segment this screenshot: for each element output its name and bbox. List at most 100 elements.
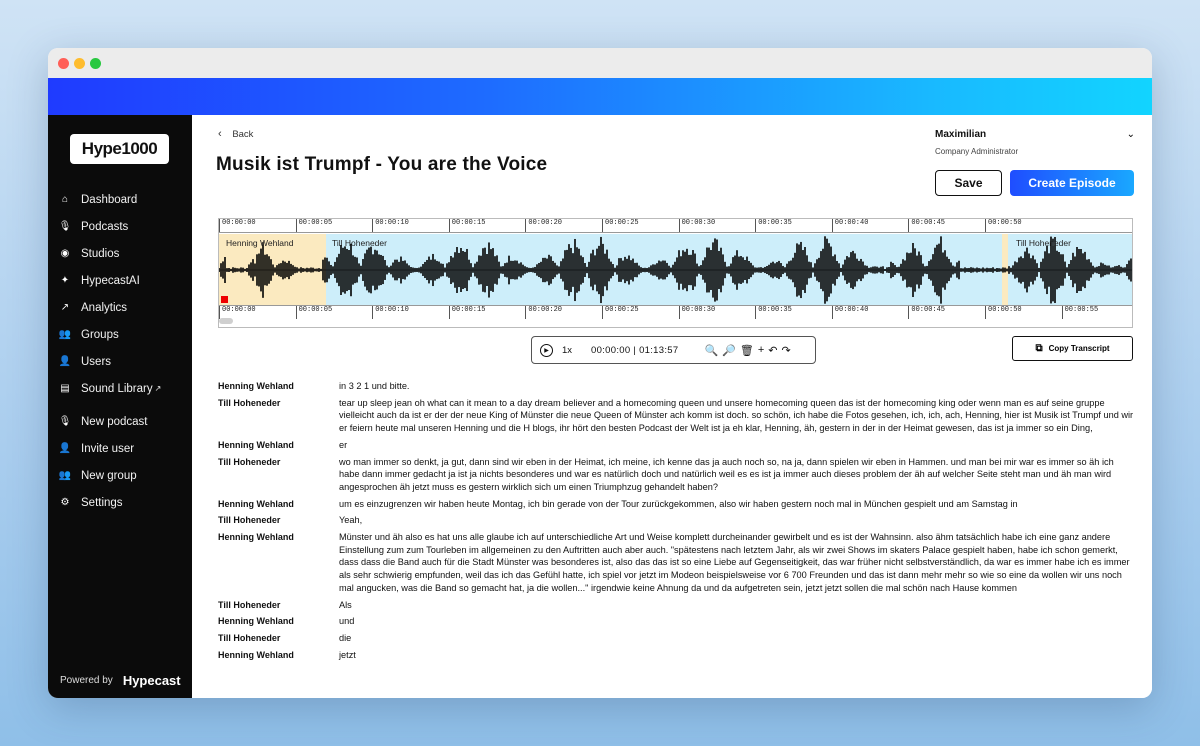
chart-icon: ↗ [60, 302, 70, 313]
waveform-scrollbar[interactable] [219, 318, 233, 324]
zoom-out-icon[interactable]: 🔎 [722, 344, 736, 357]
transcript-text[interactable]: wo man immer so denkt, ja gut, dann sind… [339, 456, 1135, 494]
redo-icon[interactable]: ↷ [781, 344, 790, 357]
timeline-tick: 00:00:10 [372, 306, 409, 319]
transcript-text[interactable]: Als [339, 599, 1135, 612]
sidebar-item-podcasts[interactable]: 🎙 Podcasts [48, 213, 192, 240]
sidebar-nav: ⌂ Dashboard 🎙 Podcasts ◉ Studios ✦ Hypec… [48, 186, 192, 402]
waveform-editor[interactable]: 00:00:00 00:00:05 00:00:10 00:00:15 00:00:20… [218, 218, 1133, 328]
transcript-row[interactable]: Till Hoheneder Als [218, 599, 1135, 612]
transcript-row[interactable]: Till Hoheneder Yeah, [218, 514, 1135, 527]
sidebar-item-dashboard[interactable]: ⌂ Dashboard [48, 186, 192, 213]
playhead-marker[interactable] [221, 296, 228, 303]
transcript-text[interactable]: Yeah, [339, 514, 1135, 527]
transcript-row[interactable]: Till Hoheneder tear up sleep jean oh what… [218, 397, 1135, 435]
timeline-tick: 00:00:35 [755, 219, 792, 232]
undo-icon[interactable]: ↶ [768, 344, 777, 357]
external-link-icon: ↗ [154, 384, 162, 393]
new-podcast-icon: 🎙 [58, 416, 72, 427]
transcript-text[interactable]: Münster und äh also es hat uns alle glau… [339, 531, 1135, 595]
top-banner [48, 78, 1152, 115]
transcript-text[interactable]: die [339, 632, 1135, 645]
speaker-label-till: Till Hoheneder [332, 238, 387, 248]
transcript-text[interactable]: um es einzugrenzen wir haben heute Monta… [339, 498, 1135, 511]
sidebar-actions: 🎙 New podcast 👤 Invite user 👥 New group … [48, 408, 192, 516]
sparkle-icon: ✦ [60, 275, 70, 286]
timeline-tick: 00:00:30 [678, 219, 715, 232]
back-link[interactable]: ‹ Back [218, 128, 253, 140]
transcript-speaker: Henning Wehland [218, 616, 294, 627]
sidebar-item-label: Users [81, 355, 112, 368]
maximize-window-button[interactable] [90, 58, 101, 69]
user-menu[interactable]: Maximilian Company Administrator ⌄ [935, 129, 1135, 156]
speaker-label-henning: Henning Wehland [226, 238, 294, 248]
add-icon[interactable]: + [758, 344, 764, 356]
timeline-tick: 00:00:20 [525, 219, 562, 232]
transcript-row[interactable]: Till Hoheneder wo man immer so denkt, ja … [218, 456, 1135, 494]
user-role: Company Administrator [935, 147, 1019, 156]
sidebar-item-settings[interactable]: ⚙ Settings [48, 489, 192, 516]
transcript-text[interactable]: in 3 2 1 und bitte. [339, 380, 1135, 393]
sidebar-item-label: New podcast [81, 415, 148, 428]
transcript-speaker: Henning Wehland [218, 498, 294, 509]
transcript-row[interactable]: Henning Wehland jetzt [218, 649, 1135, 662]
transcript-text[interactable]: er [339, 439, 1135, 452]
record-icon: ◉ [60, 248, 70, 259]
transcript-text[interactable]: jetzt [339, 649, 1135, 662]
timeline-tick: 00:00:15 [448, 306, 485, 319]
player-controls: ▶ 1x 00:00:00 | 01:13:57 🔍 🔎 🗑 + ↶ ↷ [531, 336, 816, 364]
timeline-tick: 00:00:50 [985, 219, 1022, 232]
transcript-speaker: Henning Wehland [218, 439, 294, 450]
library-icon: ▤ [60, 383, 70, 394]
transcript-speaker: Henning Wehland [218, 381, 294, 391]
microphone-icon: 🎙 [58, 221, 72, 232]
transcript-text[interactable]: und [339, 615, 1135, 628]
sidebar-item-label: Invite user [81, 442, 135, 455]
transcript: Henning Wehland in 3 2 1 und bitte. Till H… [218, 380, 1135, 665]
transcript-row[interactable]: Henning Wehland in 3 2 1 und bitte. [218, 380, 1135, 393]
transcript-row[interactable]: Henning Wehland er [218, 439, 1135, 452]
sidebar-item-analytics[interactable]: ↗ Analytics [48, 294, 192, 321]
powered-by-brand: Hypecast [122, 673, 181, 688]
transcript-row[interactable]: Henning Wehland um es einzugrenzen wir ha… [218, 498, 1135, 511]
create-episode-button[interactable]: Create Episode [1010, 170, 1134, 196]
sidebar-item-groups[interactable]: 👥 Groups [48, 321, 192, 348]
sidebar: Hype1000 ⌂ Dashboard 🎙 Podcasts ◉ Studio… [48, 115, 192, 698]
logo[interactable]: Hype1000 [70, 134, 169, 164]
powered-by-label: Powered by [60, 675, 113, 686]
sidebar-item-new-group[interactable]: 👥 New group [48, 462, 192, 489]
timeline-ruler-top: 00:00:00 00:00:05 00:00:10 00:00:15 00:00:20… [219, 219, 1132, 233]
close-window-button[interactable] [58, 58, 69, 69]
sidebar-item-sound-library[interactable]: ▤ Sound Library ↗ [48, 375, 192, 402]
sidebar-item-hypecastai[interactable]: ✦ HypecastAI [48, 267, 192, 294]
sidebar-item-label: New group [81, 469, 137, 482]
timeline-tick: 00:00:35 [755, 306, 792, 319]
timeline-tick: 00:00:20 [525, 306, 562, 319]
copy-icon: ⧉ [1035, 343, 1043, 354]
back-label: Back [232, 129, 254, 140]
transcript-row[interactable]: Henning Wehland Münster und äh also es ha… [218, 531, 1135, 595]
minimize-window-button[interactable] [74, 58, 85, 69]
transcript-speaker: Henning Wehland [218, 649, 294, 660]
sidebar-item-label: Dashboard [81, 193, 138, 206]
timeline-tick: 00:00:15 [448, 219, 485, 232]
zoom-in-icon[interactable]: 🔍 [704, 344, 718, 357]
transcript-text[interactable]: tear up sleep jean oh what can it mean t… [339, 397, 1135, 435]
transcript-speaker: Till Hoheneder [218, 599, 281, 610]
transcript-row[interactable]: Till Hoheneder die [218, 632, 1135, 645]
timeline-tick: 00:00:00 [219, 219, 256, 232]
timeline-ruler-bottom: 00:00:00 00:00:05 00:00:10 00:00:15 00:00:20… [219, 305, 1132, 319]
sidebar-item-users[interactable]: 👤 Users [48, 348, 192, 375]
sidebar-item-label: Groups [81, 328, 119, 341]
timeline-tick: 00:00:40 [831, 306, 868, 319]
play-button[interactable]: ▶ [540, 343, 553, 357]
sidebar-item-new-podcast[interactable]: 🎙 New podcast [48, 408, 192, 435]
save-button[interactable]: Save [935, 170, 1002, 196]
sidebar-item-studios[interactable]: ◉ Studios [48, 240, 192, 267]
timeline-tick: 00:00:55 [1061, 306, 1098, 319]
sidebar-item-invite-user[interactable]: 👤 Invite user [48, 435, 192, 462]
copy-transcript-button[interactable]: ⧉ Copy Transcript [1012, 336, 1133, 361]
transcript-row[interactable]: Henning Wehland und [218, 615, 1135, 628]
playback-rate[interactable]: 1x [562, 345, 572, 356]
trash-icon[interactable]: 🗑 [740, 344, 754, 357]
